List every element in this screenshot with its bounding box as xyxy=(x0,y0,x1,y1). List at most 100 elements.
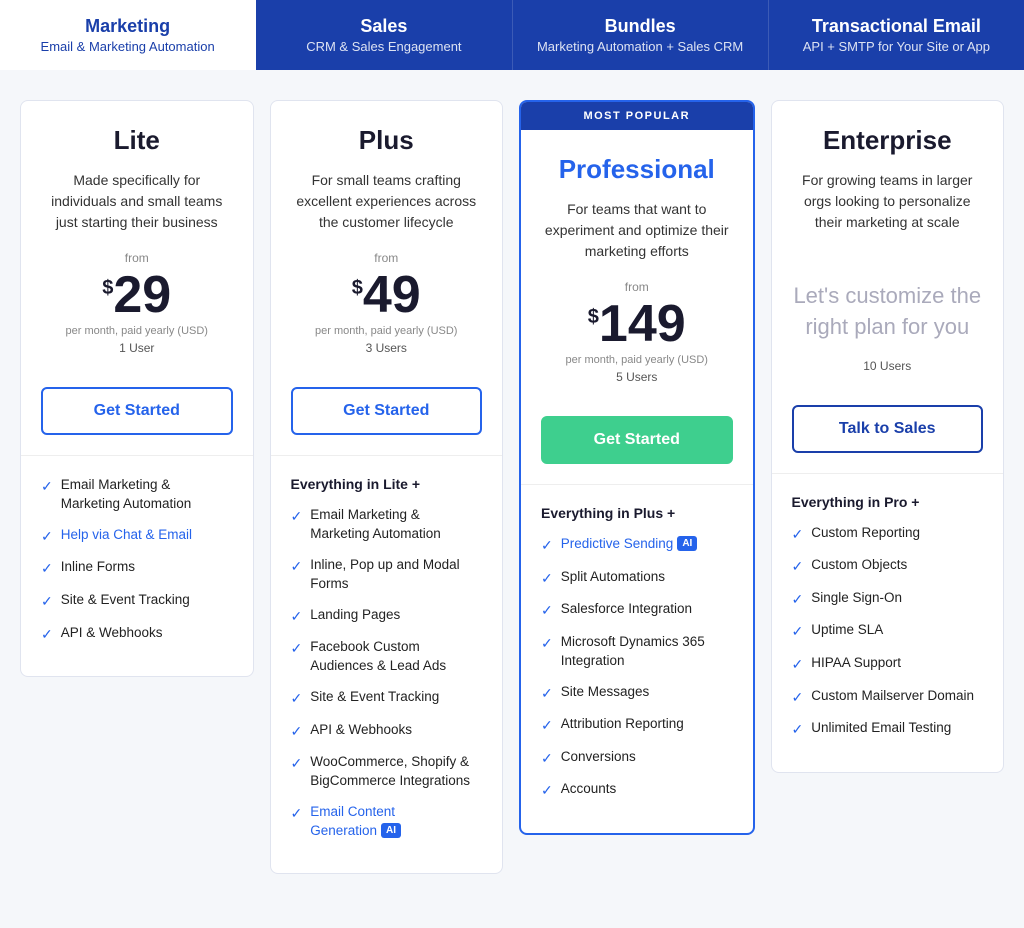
feature-item: ✓ Email Marketing & Marketing Automation xyxy=(291,506,483,544)
pricing-grid: LiteMade specifically for individuals an… xyxy=(0,70,1024,904)
feature-text: Site & Event Tracking xyxy=(61,591,190,610)
feature-text: HIPAA Support xyxy=(811,654,901,673)
plan-users: 10 Users xyxy=(792,359,984,373)
plus-cta-button[interactable]: Get Started xyxy=(291,387,483,435)
feature-text: Custom Objects xyxy=(811,556,907,575)
feature-item: ✓ Inline Forms xyxy=(41,558,233,579)
nav-title: Marketing xyxy=(20,16,235,37)
feature-item: ✓ Microsoft Dynamics 365 Integration xyxy=(541,633,733,671)
feature-text: API & Webhooks xyxy=(310,721,412,740)
plan-users: 1 User xyxy=(41,341,233,355)
feature-item: ✓ API & Webhooks xyxy=(291,721,483,742)
nav-item-sales[interactable]: SalesCRM & Sales Engagement xyxy=(256,0,512,70)
feature-item: ✓ Email Content GenerationAI xyxy=(291,803,483,841)
plan-from xyxy=(792,251,984,265)
feature-text: Conversions xyxy=(561,748,636,767)
check-icon: ✓ xyxy=(792,688,804,708)
btn-wrapper: Talk to Sales xyxy=(772,405,1004,473)
feature-item: ✓ Unlimited Email Testing xyxy=(792,719,984,740)
plan-header: LiteMade specifically for individuals an… xyxy=(21,101,253,387)
plan-desc: For small teams crafting excellent exper… xyxy=(291,170,483,235)
feature-item: ✓ Conversions xyxy=(541,748,733,769)
feature-text: Single Sign-On xyxy=(811,589,902,608)
check-icon: ✓ xyxy=(291,557,303,577)
check-icon: ✓ xyxy=(291,804,303,824)
plan-period: per month, paid yearly (USD) xyxy=(41,325,233,337)
price-dollar: $ xyxy=(102,277,113,300)
feature-item: ✓ Custom Mailserver Domain xyxy=(792,687,984,708)
nav-item-bundles[interactable]: BundlesMarketing Automation + Sales CRM xyxy=(513,0,769,70)
check-icon: ✓ xyxy=(41,559,53,579)
feature-item: ✓ Inline, Pop up and Modal Forms xyxy=(291,556,483,594)
nav-sub: Email & Marketing Automation xyxy=(20,39,235,54)
plan-from: from xyxy=(41,251,233,265)
feature-item: ✓ Single Sign-On xyxy=(792,589,984,610)
enterprise-cta-button[interactable]: Talk to Sales xyxy=(792,405,984,453)
nav-item-marketing[interactable]: Marketing Email & Marketing Automation xyxy=(0,0,256,70)
feature-item: ✓ Custom Objects xyxy=(792,556,984,577)
feature-item: ✓ Site & Event Tracking xyxy=(291,688,483,709)
check-icon: ✓ xyxy=(792,622,804,642)
check-icon: ✓ xyxy=(541,536,553,556)
feature-item: ✓ Facebook Custom Audiences & Lead Ads xyxy=(291,638,483,676)
plan-price: $ 149 xyxy=(541,298,733,350)
feature-text: Uptime SLA xyxy=(811,621,883,640)
check-icon: ✓ xyxy=(291,754,303,774)
ai-badge: AI xyxy=(381,823,401,838)
plan-period: per month, paid yearly (USD) xyxy=(541,354,733,366)
feature-item: ✓ Split Automations xyxy=(541,568,733,589)
check-icon: ✓ xyxy=(792,720,804,740)
check-icon: ✓ xyxy=(291,607,303,627)
check-icon: ✓ xyxy=(291,639,303,659)
feature-item: ✓ Site Messages xyxy=(541,683,733,704)
plan-desc: For growing teams in larger orgs looking… xyxy=(792,170,984,235)
professional-cta-button[interactable]: Get Started xyxy=(541,416,733,464)
feature-link[interactable]: Help via Chat & Email xyxy=(61,527,192,542)
feature-item: ✓ Email Marketing & Marketing Automation xyxy=(41,476,233,514)
plan-desc: For teams that want to experiment and op… xyxy=(541,199,733,264)
plan-header: Plus For small teams crafting excellent e… xyxy=(271,101,503,387)
plan-period: per month, paid yearly (USD) xyxy=(291,325,483,337)
nav-title: Sales xyxy=(276,16,491,37)
plan-name: Lite xyxy=(41,125,233,156)
plan-card-lite: LiteMade specifically for individuals an… xyxy=(20,100,254,677)
plan-card-plus: Plus For small teams crafting excellent e… xyxy=(270,100,504,874)
feature-text: Split Automations xyxy=(561,568,665,587)
plan-name: Professional xyxy=(541,154,733,185)
feature-text: Email Content GenerationAI xyxy=(310,803,482,841)
feature-text: Salesforce Integration xyxy=(561,600,692,619)
check-icon: ✓ xyxy=(541,716,553,736)
check-icon: ✓ xyxy=(541,781,553,801)
feature-text: Site & Event Tracking xyxy=(310,688,439,707)
check-icon: ✓ xyxy=(792,525,804,545)
plan-name: Plus xyxy=(291,125,483,156)
feature-text: Accounts xyxy=(561,780,617,799)
feature-item: ✓ Site & Event Tracking xyxy=(41,591,233,612)
feature-item: ✓ HIPAA Support xyxy=(792,654,984,675)
features-title: Everything in Lite + xyxy=(291,476,483,492)
feature-item: ✓ Custom Reporting xyxy=(792,524,984,545)
plan-from: from xyxy=(541,280,733,294)
nav-item-transactional-email[interactable]: Transactional EmailAPI + SMTP for Your S… xyxy=(769,0,1024,70)
check-icon: ✓ xyxy=(541,634,553,654)
check-icon: ✓ xyxy=(41,625,53,645)
plan-price: $ 49 xyxy=(291,269,483,321)
feature-item: ✓ Help via Chat & Email xyxy=(41,526,233,547)
plan-name: Enterprise xyxy=(792,125,984,156)
price-amount: 49 xyxy=(363,269,421,321)
plan-users: 3 Users xyxy=(291,341,483,355)
popular-badge: MOST POPULAR xyxy=(521,102,753,130)
feature-text: API & Webhooks xyxy=(61,624,163,643)
check-icon: ✓ xyxy=(291,722,303,742)
lite-cta-button[interactable]: Get Started xyxy=(41,387,233,435)
check-icon: ✓ xyxy=(41,477,53,497)
plan-features: Everything in Lite + ✓ Email Marketing &… xyxy=(271,455,503,873)
price-amount: 29 xyxy=(113,269,171,321)
feature-text: Microsoft Dynamics 365 Integration xyxy=(561,633,733,671)
feature-text: Predictive SendingAI xyxy=(561,535,698,554)
plan-card-professional: MOST POPULAR Professional For teams that w… xyxy=(519,100,755,835)
features-title: Everything in Plus + xyxy=(541,505,733,521)
plan-users: 5 Users xyxy=(541,370,733,384)
price-amount: 149 xyxy=(599,298,686,350)
feature-link[interactable]: Predictive Sending xyxy=(561,536,674,551)
